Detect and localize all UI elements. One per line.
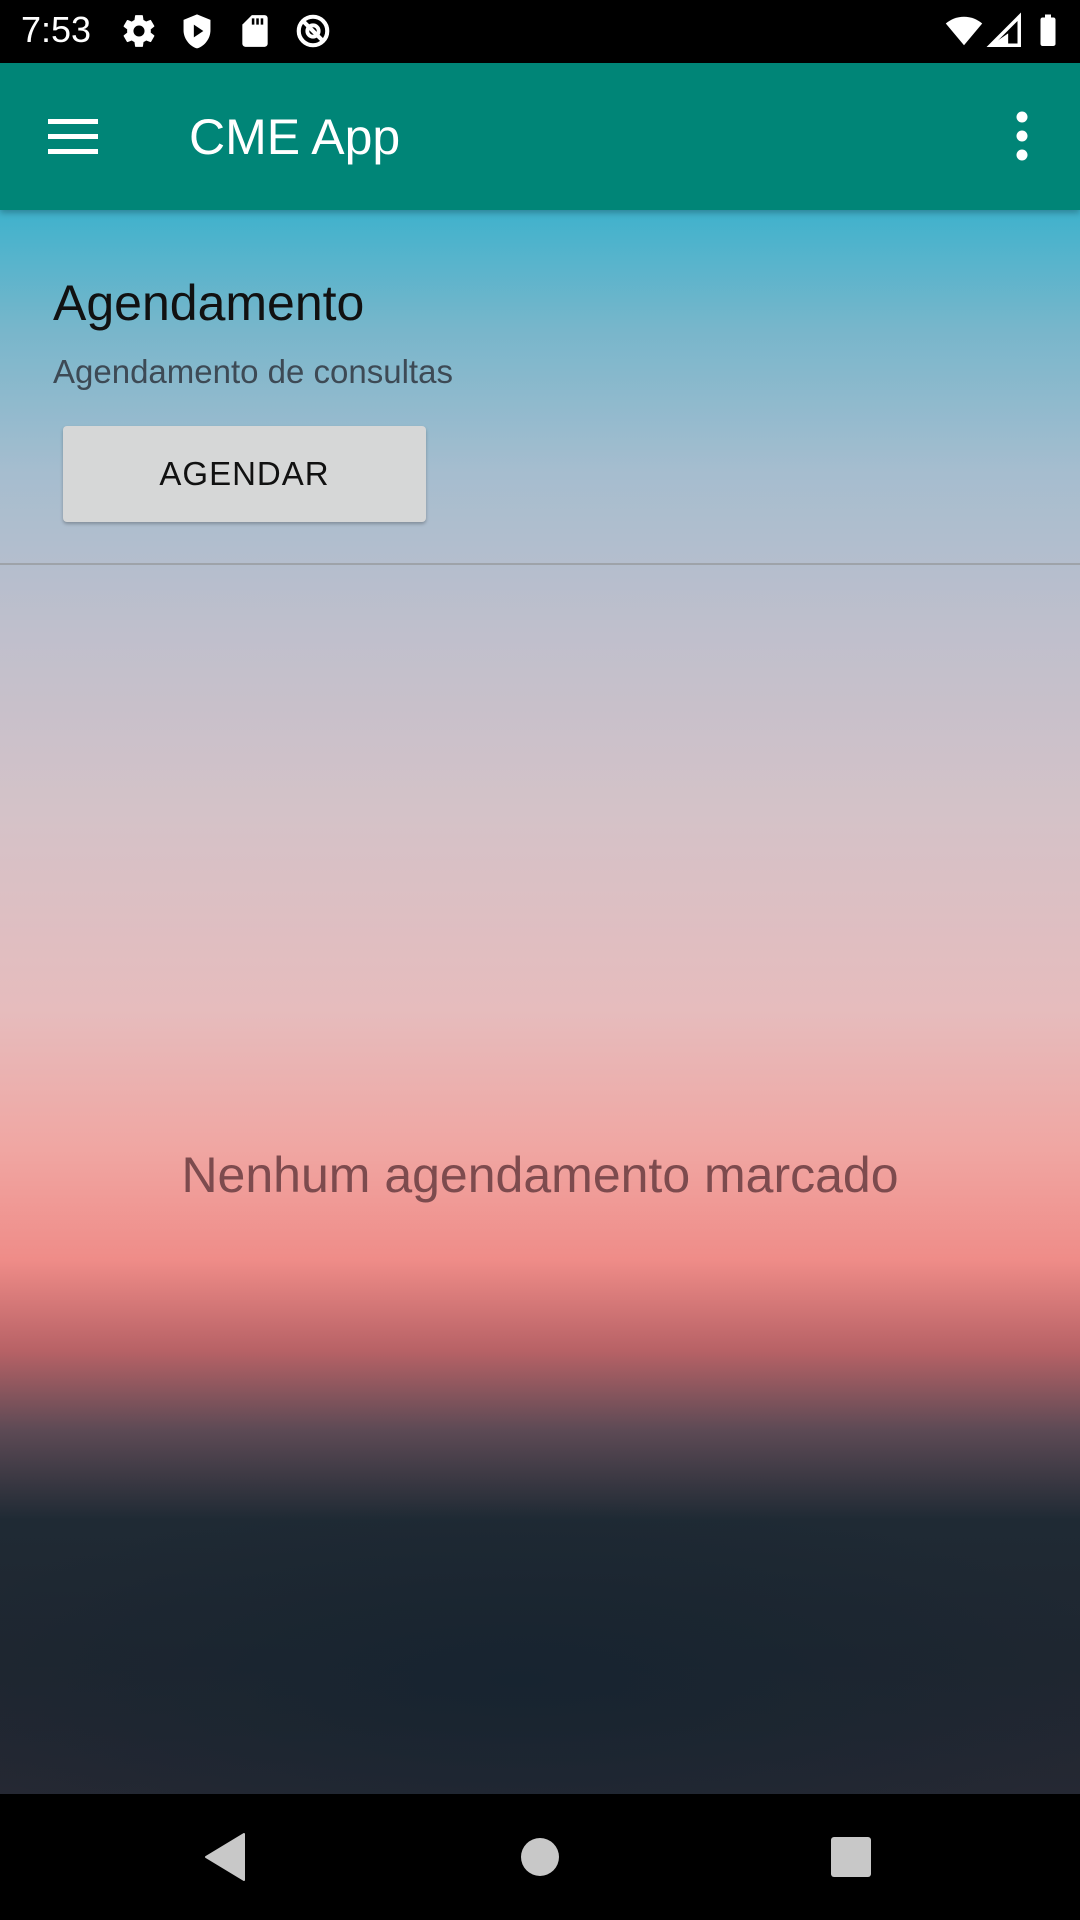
status-time: 7:53 [21,9,92,50]
recents-icon[interactable] [818,1824,884,1890]
no-data-icon [294,12,332,50]
wifi-icon [944,12,984,50]
gear-icon [120,12,158,50]
divider [0,563,1080,565]
section-title: Agendamento [53,275,365,331]
main-content: Agendamento Agendamento de consultas AGE… [0,210,1080,1794]
app-title: CME App [189,109,401,165]
hamburger-menu-icon[interactable] [38,105,108,167]
battery-icon [1030,12,1066,50]
empty-list-message: Nenhum agendamento marcado [181,1147,899,1203]
cell-signal-icon [986,12,1024,50]
more-vert-icon[interactable] [1000,103,1044,169]
section-subtitle: Agendamento de consultas [53,353,453,390]
agendar-button[interactable]: AGENDAR [63,426,426,522]
back-icon[interactable] [192,1824,258,1890]
status-bar: 7:53 [0,0,1080,63]
app-screen: 7:53 CME App Agendamento Agendamento de … [0,0,1080,1920]
app-bar: CME App [0,63,1080,210]
navigation-bar [0,1794,1080,1920]
shield-play-icon [178,12,216,50]
sd-card-icon [236,12,274,50]
home-icon[interactable] [507,1824,573,1890]
